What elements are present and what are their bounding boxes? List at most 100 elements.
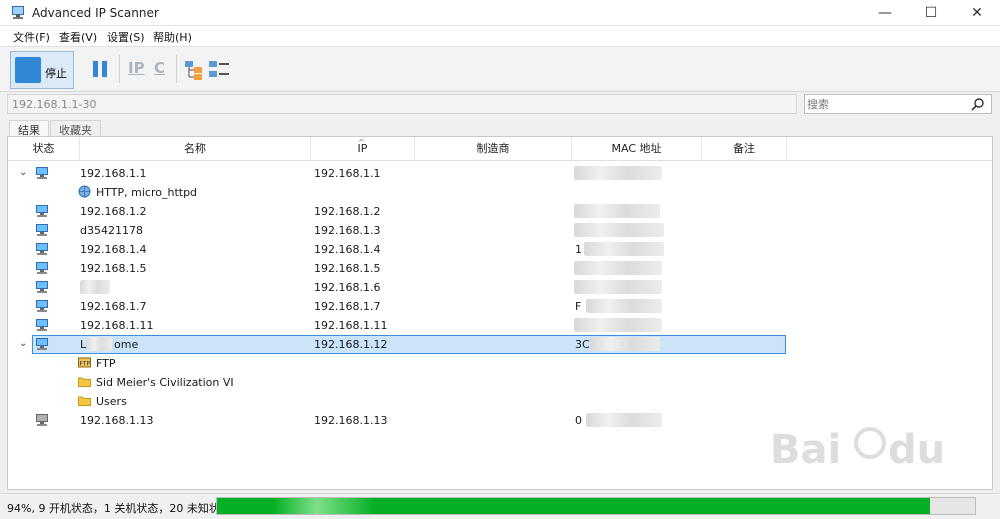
mac-redacted bbox=[574, 204, 660, 218]
online-host-icon bbox=[36, 167, 48, 179]
table-row[interactable]: 192.168.1.2 192.168.1.2 bbox=[8, 202, 992, 221]
online-host-icon bbox=[36, 300, 48, 312]
online-host-icon bbox=[36, 243, 48, 255]
minimize-button[interactable]: — bbox=[862, 0, 908, 26]
table-row[interactable]: 192.168.1.4 192.168.1.4 1 bbox=[8, 240, 992, 259]
c-tool-button[interactable]: C bbox=[154, 59, 165, 83]
service-row[interactable]: HTTP, micro_httpd bbox=[8, 183, 992, 202]
service-row[interactable]: Sid Meier's Civilization VI bbox=[8, 373, 992, 392]
host-ip: 192.168.1.1 bbox=[314, 167, 381, 180]
column-comments[interactable]: 备注 bbox=[702, 137, 787, 161]
service-name: Sid Meier's Civilization VI bbox=[96, 376, 234, 389]
title-bar: Advanced IP Scanner — ☐ ✕ bbox=[0, 0, 1000, 26]
service-name: HTTP, micro_httpd bbox=[96, 186, 198, 199]
expand-all-icon[interactable] bbox=[184, 57, 204, 81]
mac-redacted bbox=[590, 337, 660, 351]
table-row[interactable]: 192.168.1.5 192.168.1.5 bbox=[8, 259, 992, 278]
svg-text:Bai: Bai bbox=[770, 427, 841, 473]
mac-redacted bbox=[586, 413, 662, 427]
column-manufacturer[interactable]: 制造商 bbox=[415, 137, 572, 161]
toolbar-separator bbox=[176, 55, 177, 83]
online-host-icon bbox=[36, 205, 48, 217]
column-name[interactable]: 名称 bbox=[80, 137, 311, 161]
app-icon bbox=[12, 6, 24, 19]
host-ip: 192.168.1.6 bbox=[314, 281, 381, 294]
ftp-icon: FTP bbox=[78, 357, 91, 368]
host-ip: 192.168.1.13 bbox=[314, 414, 388, 427]
tab-favorites[interactable]: 收藏夹 bbox=[50, 120, 101, 137]
folder-icon bbox=[78, 396, 91, 406]
host-ip: 192.168.1.4 bbox=[314, 243, 381, 256]
table-row[interactable]: 192.168.1.11 192.168.1.11 bbox=[8, 316, 992, 335]
search-icon[interactable] bbox=[971, 97, 985, 111]
mac-redacted bbox=[574, 261, 662, 275]
host-ip: 192.168.1.12 bbox=[314, 338, 388, 351]
ip-range-input[interactable]: 192.168.1.1-30 bbox=[7, 94, 797, 114]
host-name: d35421178 bbox=[80, 224, 143, 237]
host-ip: 192.168.1.7 bbox=[314, 300, 381, 313]
scan-status-text: 94%, 9 开机状态，1 关机状态，20 未知状态 bbox=[7, 502, 231, 515]
address-bar: 192.168.1.1-30 bbox=[0, 92, 1000, 118]
search-box[interactable] bbox=[804, 94, 992, 114]
selection-highlight bbox=[32, 335, 786, 354]
table-header: 状态 名称 ^ IP 制造商 MAC 地址 备注 bbox=[8, 137, 992, 161]
menu-view[interactable]: 查看(V) bbox=[59, 29, 97, 45]
host-mac: 1 bbox=[575, 243, 582, 256]
column-ip[interactable]: IP bbox=[311, 137, 415, 161]
stop-button[interactable]: 停止 bbox=[10, 51, 74, 89]
search-input[interactable] bbox=[807, 97, 957, 111]
mac-redacted bbox=[574, 280, 662, 294]
close-button[interactable]: ✕ bbox=[954, 0, 1000, 26]
mac-redacted bbox=[584, 242, 664, 256]
host-name: 192.168.1.5 bbox=[80, 262, 147, 275]
column-mac[interactable]: MAC 地址 bbox=[572, 137, 702, 161]
ip-tool-button[interactable]: IP bbox=[128, 59, 145, 83]
menu-help[interactable]: 帮助(H) bbox=[153, 29, 192, 45]
toolbar-separator bbox=[119, 55, 120, 83]
host-mac: F bbox=[575, 300, 582, 313]
host-name: 192.168.1.1 bbox=[80, 167, 147, 180]
menu-settings[interactable]: 设置(S) bbox=[107, 29, 145, 45]
tab-results[interactable]: 结果 bbox=[9, 120, 49, 137]
toolbar: 停止 IP C bbox=[0, 46, 1000, 92]
host-name: ome bbox=[114, 338, 139, 351]
menu-bar: 文件(F) 查看(V) 设置(S) 帮助(H) bbox=[0, 26, 1000, 46]
host-mac: 3C bbox=[575, 338, 590, 351]
collapse-all-icon[interactable] bbox=[208, 57, 230, 81]
scan-progress-bar bbox=[216, 497, 976, 515]
service-row[interactable]: FTP FTP bbox=[8, 354, 992, 373]
table-row[interactable]: d35421178 192.168.1.3 bbox=[8, 221, 992, 240]
stop-button-label: 停止 bbox=[45, 67, 67, 80]
table-row[interactable]: 192.168.1.6 bbox=[8, 278, 992, 297]
folder-icon bbox=[78, 377, 91, 387]
scan-progress-fill bbox=[217, 498, 930, 514]
host-ip: 192.168.1.11 bbox=[314, 319, 388, 332]
pause-button[interactable] bbox=[90, 57, 110, 81]
mac-redacted bbox=[586, 299, 662, 313]
mac-redacted bbox=[574, 318, 662, 332]
host-name: 192.168.1.4 bbox=[80, 243, 147, 256]
baidu-watermark: Bai du bbox=[770, 427, 945, 473]
host-ip: 192.168.1.3 bbox=[314, 224, 381, 237]
online-host-icon bbox=[36, 338, 48, 350]
collapse-chevron-icon[interactable]: ⌄ bbox=[19, 167, 27, 178]
host-name: 192.168.1.7 bbox=[80, 300, 147, 313]
online-host-icon bbox=[36, 281, 48, 293]
online-host-icon bbox=[36, 262, 48, 274]
menu-file[interactable]: 文件(F) bbox=[13, 29, 50, 45]
host-name: 192.168.1.13 bbox=[80, 414, 154, 427]
table-row[interactable]: 192.168.1.7 192.168.1.7 F bbox=[8, 297, 992, 316]
svg-text:du: du bbox=[888, 427, 945, 473]
host-ip: 192.168.1.2 bbox=[314, 205, 381, 218]
service-name: Users bbox=[96, 395, 127, 408]
column-status[interactable]: 状态 bbox=[8, 137, 80, 161]
name-redacted bbox=[80, 280, 110, 294]
collapse-chevron-icon[interactable]: ⌄ bbox=[19, 338, 27, 349]
host-ip: 192.168.1.5 bbox=[314, 262, 381, 275]
mac-redacted bbox=[574, 166, 662, 180]
svg-text:FTP: FTP bbox=[80, 361, 91, 368]
offline-host-icon bbox=[36, 414, 48, 426]
table-row[interactable]: ⌄ 192.168.1.1 192.168.1.1 bbox=[8, 164, 992, 183]
maximize-button[interactable]: ☐ bbox=[908, 0, 954, 26]
table-row-selected[interactable]: ⌄ L ome 192.168.1.12 3C bbox=[8, 335, 992, 354]
